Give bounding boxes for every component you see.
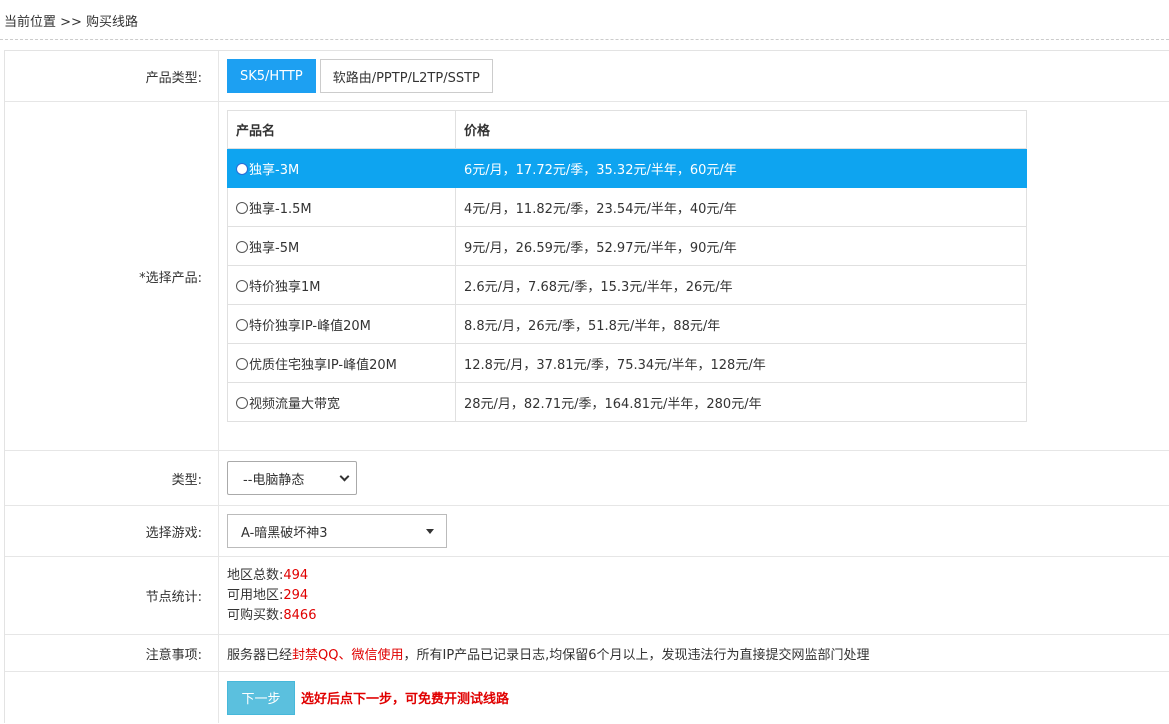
notice-row: 注意事项: 服务器已经 封禁QQ、微信使用 ，所有IP产品已记录日志,均保留6个月以… [5, 635, 1169, 672]
product-name: 独享-5M [249, 240, 300, 256]
total-regions-value: 494 [283, 567, 309, 583]
product-table: 产品名 价格 独享-3M 6元/月，17.72元/季，35.32元/半年，60元… [227, 110, 1027, 422]
game-row: 选择游戏: A-暗黑破坏神3 [5, 506, 1169, 557]
product-name: 优质住宅独享IP-峰值20M [249, 357, 397, 373]
product-type-label: 产品类型: [5, 51, 219, 101]
chevron-down-icon [339, 471, 350, 481]
product-price: 2.6元/月，7.68元/季，15.3元/半年，26元/年 [455, 265, 1027, 305]
radio-button[interactable] [236, 201, 248, 214]
product-type-row: 产品类型: SK5/HTTP 软路由/PPTP/L2TP/SSTP [5, 51, 1169, 102]
table-header: 产品名 价格 [227, 110, 1027, 149]
game-select[interactable]: A-暗黑破坏神3 [227, 514, 447, 548]
divider [0, 39, 1169, 40]
product-price: 28元/月，82.71元/季，164.81元/半年，280元/年 [455, 382, 1027, 422]
product-name: 独享-1.5M [249, 201, 312, 217]
next-step-button[interactable]: 下一步 [227, 680, 295, 715]
total-regions-label: 地区总数: [227, 567, 284, 583]
radio-button[interactable] [236, 396, 248, 409]
kind-row: 类型: --电脑静态 [5, 451, 1169, 506]
node-stats: 地区总数:494 可用地区:294 可购买数:8466 [227, 566, 316, 626]
available-regions-label: 可用地区: [227, 587, 284, 603]
game-select-value: A-暗黑破坏神3 [241, 525, 328, 541]
notice-highlight: 封禁QQ、微信使用 [292, 647, 404, 663]
breadcrumb: 当前位置 >> 购买线路 [4, 15, 139, 30]
kind-select[interactable]: --电脑静态 [227, 461, 357, 495]
product-name: 独享-3M [249, 162, 300, 178]
product-select-row: *选择产品: 产品名 价格 独享-3M 6元/月，17.72元/季，35.32元… [5, 102, 1169, 451]
notice-label: 注意事项: [5, 635, 219, 671]
header-name: 产品名 [227, 110, 456, 149]
buyable-count-value: 8466 [283, 607, 317, 623]
product-price: 6元/月，17.72元/季，35.32元/半年，60元/年 [455, 148, 1027, 188]
kind-select-value: --电脑静态 [243, 472, 305, 488]
product-select-label: *选择产品: [5, 102, 219, 450]
table-row[interactable]: 特价独享1M 2.6元/月，7.68元/季，15.3元/半年，26元/年 [227, 265, 1027, 305]
radio-button[interactable] [236, 318, 248, 331]
caret-down-icon [426, 528, 434, 534]
stats-label: 节点统计: [5, 557, 219, 634]
product-price: 8.8元/月，26元/季，51.8元/半年，88元/年 [455, 304, 1027, 344]
table-row[interactable]: 特价独享IP-峰值20M 8.8元/月，26元/季，51.8元/半年，88元/年 [227, 304, 1027, 344]
buyable-count-label: 可购买数: [227, 607, 284, 623]
product-name: 特价独享1M [249, 279, 321, 295]
kind-label: 类型: [5, 451, 219, 505]
table-row[interactable]: 独享-1.5M 4元/月，11.82元/季，23.54元/半年，40元/年 [227, 187, 1027, 227]
radio-button[interactable] [236, 162, 248, 175]
product-price: 4元/月，11.82元/季，23.54元/半年，40元/年 [455, 187, 1027, 227]
table-row[interactable]: 视频流量大带宽 28元/月，82.71元/季，164.81元/半年，280元/年 [227, 382, 1027, 422]
next-label-empty [5, 672, 219, 723]
radio-button[interactable] [236, 240, 248, 253]
table-row[interactable]: 独享-5M 9元/月，26.59元/季，52.97元/半年，90元/年 [227, 226, 1027, 266]
table-row[interactable]: 优质住宅独享IP-峰值20M 12.8元/月，37.81元/季，75.34元/半… [227, 343, 1027, 383]
product-type-sk5-button[interactable]: SK5/HTTP [227, 59, 316, 93]
product-name: 特价独享IP-峰值20M [249, 318, 371, 334]
notice-text-2: ，所有IP产品已记录日志,均保留6个月以上，发现违法行为直接提交网监部门处理 [403, 647, 870, 663]
table-row[interactable]: 独享-3M 6元/月，17.72元/季，35.32元/半年，60元/年 [227, 148, 1027, 188]
product-price: 12.8元/月，37.81元/季，75.34元/半年，128元/年 [455, 343, 1027, 383]
product-type-router-button[interactable]: 软路由/PPTP/L2TP/SSTP [319, 59, 493, 93]
game-label: 选择游戏: [5, 506, 219, 556]
header-price: 价格 [455, 110, 1027, 149]
notice-text-1: 服务器已经 [227, 647, 293, 663]
product-price: 9元/月，26.59元/季，52.97元/半年，90元/年 [455, 226, 1027, 266]
next-hint: 选好后点下一步，可免费开测试线路 [301, 692, 510, 707]
radio-button[interactable] [236, 357, 248, 370]
purchase-form: 产品类型: SK5/HTTP 软路由/PPTP/L2TP/SSTP *选择产品:… [4, 50, 1169, 723]
stats-row: 节点统计: 地区总数:494 可用地区:294 可购买数:8466 [5, 557, 1169, 635]
available-regions-value: 294 [283, 587, 309, 603]
radio-button[interactable] [236, 279, 248, 292]
product-name: 视频流量大带宽 [249, 396, 341, 412]
next-row: 下一步 选好后点下一步，可免费开测试线路 [5, 672, 1169, 723]
